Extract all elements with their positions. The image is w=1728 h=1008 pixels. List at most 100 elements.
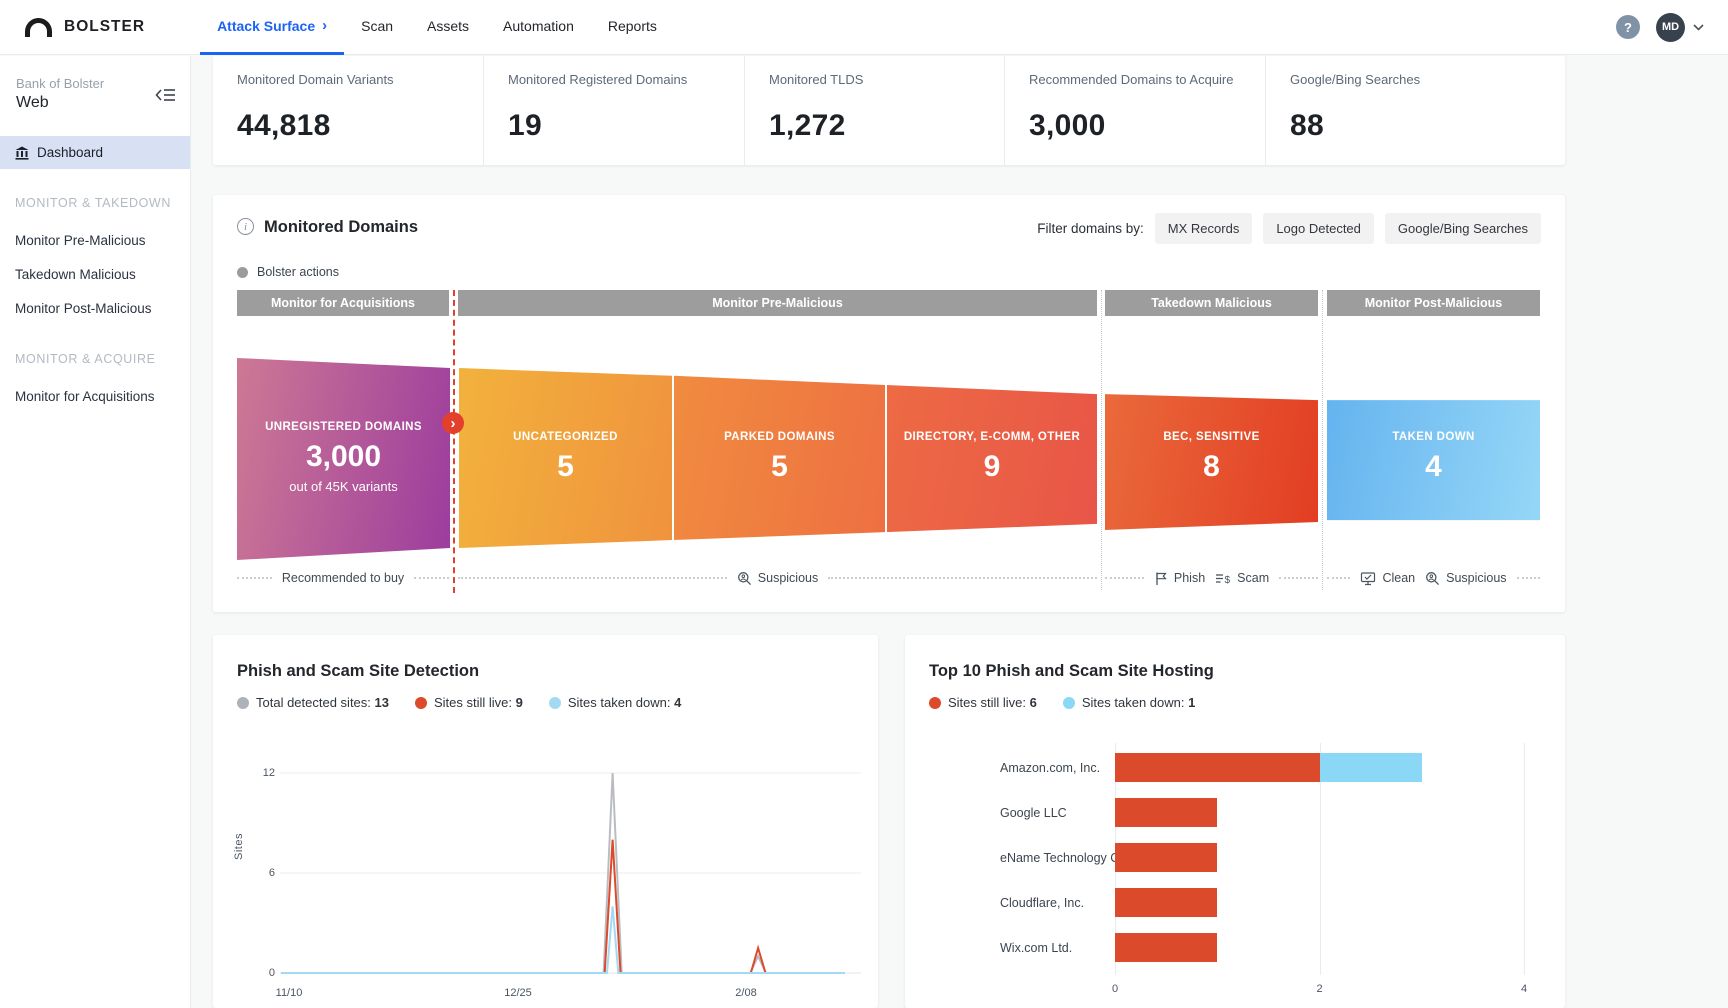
stage-header-takedown-malicious: Takedown Malicious: [1105, 290, 1318, 316]
dotted-leader: [458, 577, 727, 579]
stat-value: 44,818: [237, 109, 483, 143]
tab-reports[interactable]: Reports: [591, 0, 674, 55]
gridline: [1524, 743, 1525, 975]
funnel-value: 3,000: [306, 440, 381, 474]
x-tick: 12/25: [498, 987, 538, 999]
filter-google-bing-button[interactable]: Google/Bing Searches: [1385, 213, 1541, 244]
bolster-actions-legend: Bolster actions: [237, 265, 339, 279]
funnel-segment-bec-sensitive[interactable]: BEC, SENSITIVE 8: [1105, 350, 1318, 565]
stat-label: Monitored TLDS: [769, 72, 1004, 87]
tab-label: Attack Surface: [217, 18, 315, 34]
filter-mx-records-button[interactable]: MX Records: [1155, 213, 1253, 244]
tab-automation[interactable]: Automation: [486, 0, 591, 55]
bar-sites-still-live[interactable]: [1115, 753, 1320, 782]
info-icon[interactable]: i: [237, 218, 254, 235]
footer-label: Suspicious: [758, 571, 818, 585]
bar-sites-still-live[interactable]: [1115, 798, 1217, 827]
phish-flag-icon: [1154, 571, 1168, 586]
stat-monitored-domain-variants: Monitored Domain Variants 44,818: [213, 56, 483, 165]
chevron-right-icon: ›: [322, 17, 327, 34]
tab-label: Assets: [427, 18, 469, 34]
tab-label: Reports: [608, 18, 657, 34]
legend-dot: [237, 267, 248, 278]
monitored-domains-card: i Monitored Domains Filter domains by: M…: [213, 195, 1565, 612]
help-icon[interactable]: ?: [1616, 15, 1640, 39]
chevron-down-icon: [1693, 24, 1704, 31]
suspicious-icon: [1425, 571, 1440, 586]
tab-assets[interactable]: Assets: [410, 0, 486, 55]
stat-value: 3,000: [1029, 109, 1265, 143]
sidebar-item-monitor-pre-malicious[interactable]: Monitor Pre-Malicious: [0, 223, 190, 257]
funnel-label: DIRECTORY, E-COMM, OTHER: [896, 431, 1088, 443]
brand-name: BOLSTER: [64, 18, 145, 36]
legend-dot: [929, 697, 941, 709]
stat-value: 88: [1290, 109, 1565, 143]
tab-label: Scan: [361, 18, 393, 34]
funnel-segment-unregistered-domains[interactable]: UNREGISTERED DOMAINS 3,000 out of 45K va…: [237, 350, 450, 565]
stage-header-monitor-post-malicious: Monitor Post-Malicious: [1327, 290, 1540, 316]
top-hosting-card: Top 10 Phish and Scam Site Hosting Sites…: [905, 635, 1565, 1008]
sidebar-item-monitor-for-acquisitions[interactable]: Monitor for Acquisitions: [0, 379, 190, 413]
hosting-chart-title: Top 10 Phish and Scam Site Hosting: [929, 662, 1214, 681]
stat-label: Monitored Registered Domains: [508, 72, 744, 87]
hosting-chart-legend: Sites still live: 6Sites taken down: 1: [929, 695, 1195, 710]
x-tick: 11/10: [269, 987, 309, 999]
workspace-name: Web: [16, 94, 174, 112]
scam-icon: $: [1215, 571, 1231, 586]
filter-logo-detected-button[interactable]: Logo Detected: [1263, 213, 1374, 244]
dotted-leader: [1279, 577, 1318, 579]
tab-attack-surface[interactable]: Attack Surface ›: [200, 0, 344, 55]
phish-scam-detection-card: Phish and Scam Site Detection Total dete…: [213, 635, 878, 1008]
funnel-segment-uncategorized[interactable]: UNCATEGORIZED 5: [459, 350, 672, 565]
funnel-label: TAKEN DOWN: [1384, 431, 1482, 443]
footer-label: Scam: [1237, 571, 1269, 585]
monitored-domains-title: Monitored Domains: [264, 218, 418, 237]
bank-icon: [15, 146, 29, 160]
detection-line-chart: [213, 635, 878, 1008]
legend-item: Sites still live: 6: [929, 695, 1037, 710]
sidebar-item-monitor-post-malicious[interactable]: Monitor Post-Malicious: [0, 291, 190, 325]
top-navigation: BOLSTER Attack Surface › Scan Assets Aut…: [0, 0, 1728, 55]
dotted-leader: [237, 577, 272, 579]
funnel-label: UNREGISTERED DOMAINS: [257, 421, 430, 433]
footer-zone-acquisitions: Recommended to buy: [237, 566, 449, 590]
funnel-label: PARKED DOMAINS: [716, 431, 843, 443]
funnel-segment-directory-ecomm-other[interactable]: DIRECTORY, E-COMM, OTHER 9: [887, 350, 1097, 565]
user-menu[interactable]: MD: [1656, 13, 1704, 42]
stats-summary-band: Monitored Domain Variants 44,818 Monitor…: [213, 56, 1565, 165]
nav-tabs: Attack Surface › Scan Assets Automation …: [200, 0, 674, 55]
funnel-value: 8: [1203, 450, 1220, 484]
funnel-segment-taken-down[interactable]: TAKEN DOWN 4: [1327, 350, 1540, 565]
avatar[interactable]: MD: [1656, 13, 1685, 42]
sidebar-item-takedown-malicious[interactable]: Takedown Malicious: [0, 257, 190, 291]
x-tick: 0: [1100, 983, 1130, 995]
bar-sites-still-live[interactable]: [1115, 888, 1217, 917]
sidebar-item-dashboard[interactable]: Dashboard: [0, 136, 190, 169]
funnel-value: 4: [1425, 450, 1442, 484]
sidebar-item-label: Dashboard: [37, 145, 103, 160]
dotted-leader: [1327, 577, 1350, 579]
stage-header-monitor-for-acquisitions: Monitor for Acquisitions: [237, 290, 449, 316]
footer-label: Clean: [1382, 571, 1415, 585]
svg-text:$: $: [1225, 575, 1231, 586]
bar-sites-still-live[interactable]: [1115, 933, 1217, 962]
tab-label: Automation: [503, 18, 574, 34]
footer-label: Suspicious: [1446, 571, 1506, 585]
dotted-leader: [414, 577, 449, 579]
bar-sites-still-live[interactable]: [1115, 843, 1217, 872]
org-name: Bank of Bolster: [16, 76, 174, 91]
stat-value: 19: [508, 109, 744, 143]
tab-scan[interactable]: Scan: [344, 0, 410, 55]
filter-domains-label: Filter domains by:: [1037, 221, 1144, 236]
domains-funnel: UNREGISTERED DOMAINS 3,000 out of 45K va…: [213, 350, 1565, 565]
bolster-logo-icon: [25, 18, 52, 37]
funnel-segment-parked-domains[interactable]: PARKED DOMAINS 5: [674, 350, 885, 565]
stat-label: Monitored Domain Variants: [237, 72, 483, 87]
expand-stage-badge[interactable]: ›: [442, 412, 464, 434]
footer-zone-post-malicious: Clean Suspicious: [1327, 566, 1540, 590]
legend-dot: [1063, 697, 1075, 709]
collapse-sidebar-icon[interactable]: [155, 86, 176, 104]
bar-sites-taken-down[interactable]: [1320, 753, 1422, 782]
dotted-leader: [1105, 577, 1144, 579]
stat-value: 1,272: [769, 109, 1004, 143]
